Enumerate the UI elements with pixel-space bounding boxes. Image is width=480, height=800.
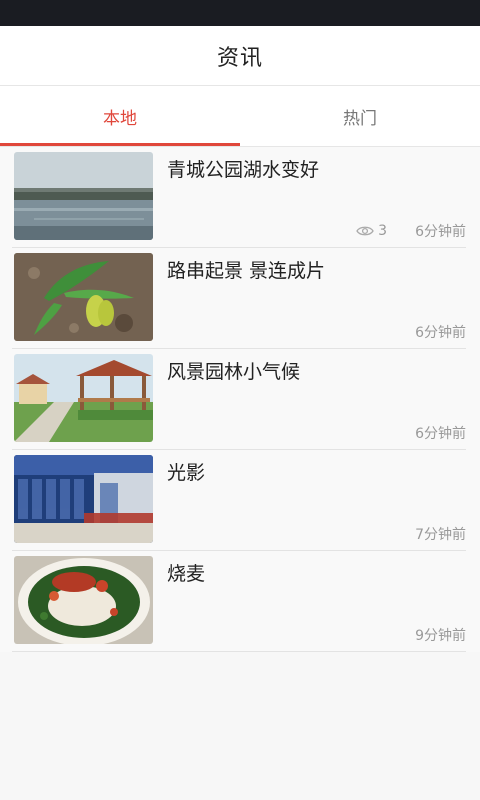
news-thumbnail-plant bbox=[14, 253, 153, 341]
news-item[interactable]: 路串起景 景连成片 6分钟前 bbox=[12, 248, 466, 349]
view-count-value: 3 bbox=[378, 223, 388, 239]
tab-hot-label: 热门 bbox=[343, 108, 377, 129]
status-bar bbox=[0, 0, 480, 26]
tab-bar: 本地 热门 bbox=[0, 86, 480, 146]
news-title: 风景园林小气候 bbox=[167, 361, 301, 383]
news-item[interactable]: 烧麦 9分钟前 bbox=[12, 551, 466, 652]
news-time: 6分钟前 bbox=[415, 224, 466, 240]
news-meta: 9分钟前 bbox=[415, 625, 466, 645]
news-meta: 6分钟前 bbox=[415, 322, 466, 342]
news-item[interactable]: 青城公园湖水变好 3 6分钟前 bbox=[12, 147, 466, 248]
news-title: 路串起景 景连成片 bbox=[167, 260, 326, 282]
news-time: 9分钟前 bbox=[415, 628, 466, 644]
news-title: 烧麦 bbox=[167, 563, 206, 585]
eye-icon bbox=[356, 225, 374, 237]
tab-local-label: 本地 bbox=[103, 108, 137, 129]
news-thumbnail-garden bbox=[14, 354, 153, 442]
app-header: 资讯 bbox=[0, 26, 480, 86]
news-item[interactable]: 光影 7分钟前 bbox=[12, 450, 466, 551]
news-time: 6分钟前 bbox=[415, 325, 466, 341]
tab-hot[interactable]: 热门 bbox=[240, 86, 480, 146]
news-thumbnail-building bbox=[14, 455, 153, 543]
news-meta: 7分钟前 bbox=[415, 524, 466, 544]
news-item[interactable]: 风景园林小气候 6分钟前 bbox=[12, 349, 466, 450]
news-list: 青城公园湖水变好 3 6分钟前 路串起景 景连成片 6分钟前 风景园林小气候 6… bbox=[0, 147, 480, 652]
tab-local[interactable]: 本地 bbox=[0, 86, 240, 146]
news-time: 6分钟前 bbox=[415, 426, 466, 442]
news-meta: 6分钟前 bbox=[415, 423, 466, 443]
news-title: 光影 bbox=[167, 462, 206, 484]
view-count: 3 bbox=[356, 223, 387, 239]
news-time: 7分钟前 bbox=[415, 527, 466, 543]
news-thumbnail-lake bbox=[14, 152, 153, 240]
news-title: 青城公园湖水变好 bbox=[167, 159, 320, 181]
news-meta: 3 6分钟前 bbox=[356, 221, 466, 241]
page-title: 资讯 bbox=[216, 45, 263, 71]
news-thumbnail-dish bbox=[14, 556, 153, 644]
